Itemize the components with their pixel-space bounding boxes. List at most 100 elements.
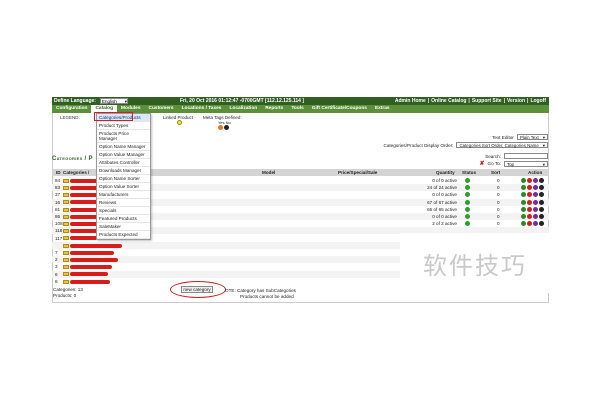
- move-icon[interactable]: [533, 221, 538, 227]
- dropdown-option-value-manager[interactable]: Option Value Manager: [97, 151, 150, 159]
- delete-icon[interactable]: [527, 214, 532, 219]
- text-editor-select[interactable]: Plain Text ▾: [516, 134, 548, 140]
- row-category-name[interactable]: [63, 279, 110, 284]
- folder-icon: [63, 185, 69, 190]
- support-site-link[interactable]: Support Site: [471, 98, 503, 104]
- goto-row: ✘ Go To: Top ▾: [480, 160, 548, 167]
- move-icon[interactable]: [533, 192, 538, 198]
- goto-select[interactable]: Top ▾: [504, 160, 548, 167]
- server-datetime: Fri, 20 Oct 2016 01:12:47 -0700GMT [112.…: [180, 98, 304, 104]
- dropdown-option-name-sorter[interactable]: Option Name Sorter: [97, 175, 150, 183]
- meta-tags-icon[interactable]: [539, 192, 544, 198]
- status-active-icon[interactable]: [465, 221, 470, 227]
- col-quantity: Quantity: [436, 170, 455, 175]
- meta-tags-icon[interactable]: [539, 221, 544, 227]
- meta-tags-icon[interactable]: [539, 185, 544, 191]
- delete-icon[interactable]: [527, 221, 532, 227]
- dropdown-products-price-manager[interactable]: Products Price Manager: [97, 130, 150, 143]
- dropdown-option-value-sorter[interactable]: Option Value Sorter: [97, 183, 150, 191]
- new-category-button[interactable]: new category: [181, 286, 213, 293]
- dropdown-attributes-controller[interactable]: Attributes Controller: [97, 159, 150, 167]
- dropdown-downloads-manager[interactable]: Downloads Manager: [97, 167, 150, 175]
- menu-tools[interactable]: Tools: [287, 105, 307, 113]
- dropdown-salemaker[interactable]: SaleMaker: [97, 223, 150, 231]
- goto-label: Go To:: [487, 161, 501, 166]
- dropdown-products-expected[interactable]: Products Expected: [97, 231, 150, 239]
- row-id: 83: [55, 185, 61, 191]
- edit-icon[interactable]: [521, 185, 526, 191]
- menu-configuration[interactable]: Configuration: [52, 105, 91, 113]
- row-category-name[interactable]: [63, 243, 122, 248]
- status-active-icon[interactable]: [465, 192, 470, 198]
- delete-icon[interactable]: [527, 192, 532, 198]
- row-id: 108: [55, 221, 63, 227]
- display-order-row: Categories/Product Display Order: Catego…: [384, 142, 548, 148]
- row-quantity: 65 of 65 active: [427, 206, 457, 212]
- row-quantity: 67 of 67 active: [427, 199, 457, 205]
- page-title: Categories / P: [52, 156, 93, 162]
- folder-icon: [63, 200, 69, 205]
- move-icon[interactable]: [533, 185, 538, 191]
- edit-icon[interactable]: [521, 206, 526, 212]
- delete-icon[interactable]: [527, 185, 532, 191]
- meta-tags-icon[interactable]: [539, 199, 544, 205]
- menu-gift-certificates[interactable]: Gift Certificate/Coupons: [308, 105, 371, 113]
- row-category-name[interactable]: [63, 257, 118, 262]
- dropdown-specials[interactable]: Specials: [97, 207, 150, 215]
- status-active-icon[interactable]: [465, 185, 470, 191]
- search-input[interactable]: [504, 153, 548, 159]
- row-sort: 0: [497, 214, 500, 219]
- edit-icon[interactable]: [521, 221, 526, 227]
- move-icon[interactable]: [533, 206, 538, 212]
- edit-icon[interactable]: [521, 214, 526, 219]
- dropdown-option-name-manager[interactable]: Option Name Manager: [97, 143, 150, 151]
- move-icon[interactable]: [533, 199, 538, 205]
- row-quantity: 24 of 24 active: [427, 185, 457, 191]
- status-active-icon[interactable]: [465, 214, 470, 219]
- logoff-link[interactable]: Logoff: [529, 98, 547, 104]
- row-category-name[interactable]: [63, 272, 108, 277]
- col-model: Model: [262, 170, 276, 175]
- reset-x-icon[interactable]: ✘: [480, 160, 485, 167]
- move-icon[interactable]: [533, 214, 538, 219]
- display-order-select[interactable]: Categories Sort Order, Categories Name ▾: [456, 142, 548, 148]
- edit-icon[interactable]: [521, 192, 526, 198]
- admin-home-link[interactable]: Admin Home: [394, 98, 427, 104]
- meta-tags-icon[interactable]: [539, 214, 544, 219]
- row-category-name[interactable]: [63, 192, 100, 198]
- dropdown-product-types[interactable]: Product Types: [97, 122, 150, 130]
- menu-reports[interactable]: Reports: [261, 105, 287, 113]
- menu-localization[interactable]: Localization: [225, 105, 261, 113]
- language-select[interactable]: English ▾: [99, 98, 128, 104]
- meta-tags-icon[interactable]: [539, 178, 544, 183]
- menu-customers[interactable]: Customers: [145, 105, 178, 113]
- products-count: Products: 0: [53, 293, 77, 298]
- menu-extras[interactable]: Extras: [371, 105, 394, 113]
- delete-icon[interactable]: [527, 199, 532, 205]
- version-link[interactable]: Version: [506, 98, 526, 104]
- row-category-name[interactable]: [63, 264, 112, 270]
- menu-locations-taxes[interactable]: Locations / Taxes: [178, 105, 226, 113]
- status-active-icon[interactable]: [465, 199, 470, 205]
- dropdown-manufacturers[interactable]: Manufacturers: [97, 191, 150, 199]
- delete-icon[interactable]: [527, 178, 532, 183]
- note-subcategories: OTE: Category has SubCategories: [225, 288, 296, 293]
- edit-icon[interactable]: [521, 178, 526, 183]
- row-quantity: 0 of 0 active: [432, 214, 457, 219]
- row-category-name[interactable]: [63, 250, 114, 255]
- delete-icon[interactable]: [527, 206, 532, 212]
- move-icon[interactable]: [533, 178, 538, 183]
- meta-tags-icon[interactable]: [539, 206, 544, 212]
- edit-icon[interactable]: [521, 199, 526, 205]
- status-active-icon[interactable]: [465, 206, 470, 212]
- online-catalog-link[interactable]: Online Catalog: [430, 98, 467, 104]
- linked-product-icon: [177, 120, 182, 125]
- row-actions: [520, 199, 544, 206]
- text-editor-value: Plain Text: [519, 135, 539, 140]
- dropdown-reviews[interactable]: Reviews: [97, 199, 150, 207]
- redacted-name: [70, 243, 122, 248]
- status-active-icon[interactable]: [465, 178, 470, 183]
- row-id: 16: [55, 199, 61, 205]
- dropdown-featured-products[interactable]: Featured Products: [97, 215, 150, 223]
- row-id: 37: [55, 192, 61, 198]
